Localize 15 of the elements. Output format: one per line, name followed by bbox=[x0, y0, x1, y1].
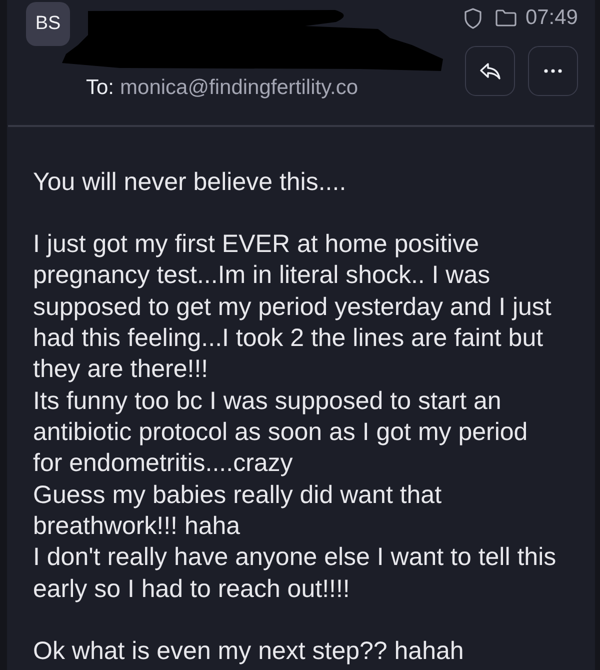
message-text: I don't really have anyone else I want to tell this early so I had to reach out!!!! bbox=[33, 542, 558, 605]
message-text: You will never believe this.... bbox=[33, 166, 348, 198]
message-text: Its funny too bc I was supposed to start an antibiotic protocol as soon as I got my period for endometritis....crazy bbox=[33, 386, 529, 480]
recipient-email: monica@findingfertility.co bbox=[120, 76, 358, 99]
avatar: BS bbox=[26, 2, 70, 46]
message-text: Ok what is even my next step?? hahah bbox=[33, 636, 465, 668]
time-label: 07:49 bbox=[525, 6, 578, 30]
more-icon bbox=[544, 69, 562, 73]
message-text: Guess my babies really did want that breathwork!!! haha bbox=[33, 480, 443, 542]
reply-button[interactable] bbox=[465, 46, 515, 96]
folder-icon bbox=[495, 9, 518, 27]
to-label: To: bbox=[86, 76, 114, 99]
reply-icon bbox=[479, 62, 501, 80]
message-text: I just got my first EVER at home positive pregnancy test...Im in literal shock.. I was supposed to get my period yesterday and I just had this feeling...I took 2 the lines are faint but they are there!!! bbox=[33, 229, 552, 386]
shield-icon bbox=[464, 8, 482, 28]
